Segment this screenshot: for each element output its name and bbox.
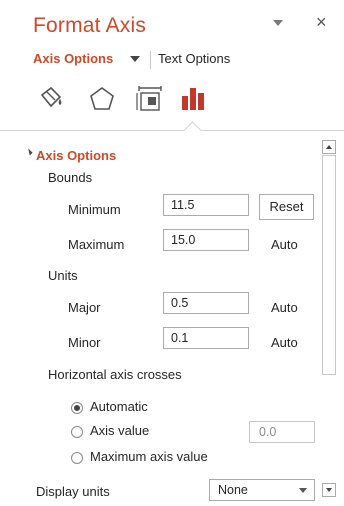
units-label: Units xyxy=(48,268,78,283)
pane-title: Format Axis xyxy=(33,14,147,37)
axis-value-input[interactable]: 0.0 xyxy=(249,421,315,443)
maximum-input[interactable]: 15.0 xyxy=(163,229,249,251)
bounds-label: Bounds xyxy=(48,170,93,185)
chevron-down-icon xyxy=(299,488,307,493)
icon-bar-divider xyxy=(0,130,344,131)
effects-icon[interactable] xyxy=(87,84,117,114)
radio-axis-value-label[interactable]: Axis value xyxy=(90,423,149,438)
size-properties-icon[interactable] xyxy=(135,84,165,114)
minor-unit-input[interactable]: 0.1 xyxy=(163,327,249,349)
scroll-down-arrow-icon[interactable] xyxy=(322,483,336,497)
horizontal-axis-crosses-label: Horizontal axis crosses xyxy=(48,367,182,382)
minimum-input[interactable]: 11.5 xyxy=(163,194,249,216)
chevron-down-icon[interactable] xyxy=(130,56,140,62)
radio-maximum-axis-value[interactable] xyxy=(71,452,83,464)
section-header-axis-options[interactable]: Axis Options xyxy=(36,148,116,163)
minimum-label: Minimum xyxy=(68,202,121,217)
display-units-value: None xyxy=(218,483,248,497)
minor-auto-status: Auto xyxy=(271,335,298,350)
display-units-select[interactable]: None xyxy=(209,479,315,501)
close-icon[interactable]: × xyxy=(316,12,327,33)
scroll-up-arrow-icon[interactable] xyxy=(322,140,336,154)
radio-axis-value[interactable] xyxy=(71,426,83,438)
maximum-label: Maximum xyxy=(68,237,125,252)
axis-options-icon[interactable] xyxy=(180,84,210,114)
radio-automatic-label[interactable]: Automatic xyxy=(90,399,148,414)
scrollbar-thumb[interactable] xyxy=(322,155,336,375)
major-unit-input[interactable]: 0.5 xyxy=(163,292,249,314)
pane-options-dropdown-icon[interactable] xyxy=(273,20,283,26)
fill-line-icon[interactable] xyxy=(36,84,66,114)
minor-label: Minor xyxy=(68,335,101,350)
major-auto-status: Auto xyxy=(271,300,298,315)
major-label: Major xyxy=(68,300,101,315)
tab-divider xyxy=(150,51,151,69)
display-units-label: Display units xyxy=(36,484,110,499)
tab-text-options[interactable]: Text Options xyxy=(158,51,230,66)
radio-maximum-axis-value-label[interactable]: Maximum axis value xyxy=(90,449,208,464)
vertical-scrollbar[interactable] xyxy=(322,140,336,500)
reset-button[interactable]: Reset xyxy=(259,194,314,220)
tab-axis-options[interactable]: Axis Options xyxy=(33,51,113,66)
maximum-auto-status: Auto xyxy=(271,237,298,252)
radio-automatic[interactable] xyxy=(71,402,83,414)
format-axis-pane: Format Axis × Axis Options Text Options xyxy=(0,0,344,506)
